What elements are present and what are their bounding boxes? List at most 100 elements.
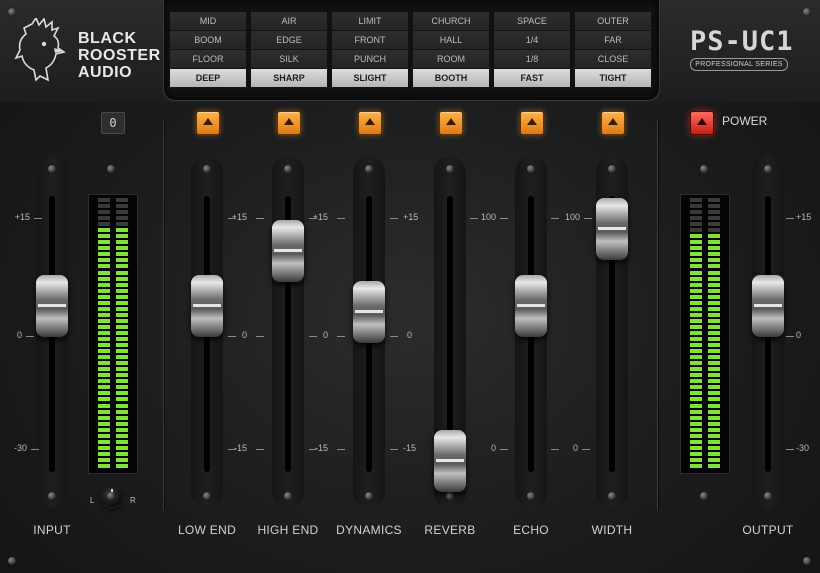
mode-option-reverb[interactable]: HALL bbox=[413, 31, 489, 50]
meter-segment bbox=[690, 240, 702, 245]
meter-segment bbox=[690, 445, 702, 450]
width-fader-knob[interactable] bbox=[596, 198, 628, 261]
dynamics-mode-button[interactable] bbox=[358, 111, 382, 135]
scale-tick bbox=[786, 218, 794, 219]
meter-segment bbox=[708, 288, 720, 293]
zero-reset-button[interactable]: 0 bbox=[101, 112, 125, 134]
scale-tick bbox=[390, 218, 398, 219]
mode-option-reverb[interactable]: ROOM bbox=[413, 50, 489, 69]
meter-segment bbox=[708, 216, 720, 221]
mode-option-dynamics[interactable]: SLIGHT bbox=[332, 69, 408, 88]
meter-segment bbox=[116, 445, 128, 450]
echo-fader-knob[interactable] bbox=[515, 275, 547, 338]
mode-option-echo[interactable]: FAST bbox=[494, 69, 570, 88]
screw-icon bbox=[608, 165, 616, 173]
screw-icon bbox=[203, 492, 211, 500]
scale-tick bbox=[228, 336, 236, 337]
reverb-fader-knob[interactable] bbox=[434, 429, 466, 492]
mode-option-width[interactable]: TIGHT bbox=[575, 69, 651, 88]
mode-option-low-end[interactable]: DEEP bbox=[170, 69, 246, 88]
mode-option-high-end[interactable]: EDGE bbox=[251, 31, 327, 50]
screw-icon bbox=[365, 492, 373, 500]
meter-segment bbox=[98, 439, 110, 444]
meter-segment bbox=[690, 324, 702, 329]
scale-label: -30 bbox=[796, 443, 810, 453]
mode-option-dynamics[interactable]: LIMIT bbox=[332, 12, 408, 31]
power-button[interactable] bbox=[690, 111, 714, 135]
mode-option-low-end[interactable]: MID bbox=[170, 12, 246, 31]
mode-option-reverb[interactable]: BOOTH bbox=[413, 69, 489, 88]
screw-icon bbox=[764, 492, 772, 500]
reverb-mode-button[interactable] bbox=[439, 111, 463, 135]
input-fader-knob[interactable] bbox=[36, 275, 68, 338]
mode-option-width[interactable]: CLOSE bbox=[575, 50, 651, 69]
scale-label: 0 bbox=[490, 443, 496, 453]
meter-segment bbox=[708, 403, 720, 408]
output-fader-knob[interactable] bbox=[752, 275, 784, 338]
meter-segment bbox=[98, 234, 110, 239]
echo-mode-button[interactable] bbox=[520, 111, 544, 135]
meter-segment bbox=[690, 288, 702, 293]
scale-tick bbox=[31, 449, 39, 450]
width-mode-button[interactable] bbox=[601, 111, 625, 135]
high-end-fader-knob[interactable] bbox=[272, 220, 304, 283]
meter-segment bbox=[116, 379, 128, 384]
meter-segment bbox=[690, 318, 702, 323]
scale-tick bbox=[309, 218, 317, 219]
meter-segment bbox=[98, 264, 110, 269]
mode-option-dynamics[interactable]: FRONT bbox=[332, 31, 408, 50]
screw-icon bbox=[48, 165, 56, 173]
meter-segment bbox=[690, 276, 702, 281]
meter-segment bbox=[98, 463, 110, 468]
meter-segment bbox=[98, 343, 110, 348]
mode-option-echo[interactable]: 1/4 bbox=[494, 31, 570, 50]
meter-segment bbox=[690, 451, 702, 456]
high-end-mode-button[interactable] bbox=[277, 111, 301, 135]
meter-segment bbox=[690, 198, 702, 202]
arrow-up-icon bbox=[203, 118, 213, 125]
mode-option-echo[interactable]: SPACE bbox=[494, 12, 570, 31]
screw-icon bbox=[8, 8, 16, 16]
meter-segment bbox=[690, 409, 702, 414]
mode-option-reverb[interactable]: CHURCH bbox=[413, 12, 489, 31]
meter-segment bbox=[690, 373, 702, 378]
meter-segment bbox=[98, 415, 110, 420]
meter-segment bbox=[708, 210, 720, 215]
brand-line-2: ROOSTER bbox=[78, 47, 161, 64]
meter-segment bbox=[708, 264, 720, 269]
scale-tick bbox=[786, 449, 794, 450]
mode-option-echo[interactable]: 1/8 bbox=[494, 50, 570, 69]
meter-segment bbox=[690, 330, 702, 335]
meter-segment bbox=[98, 198, 110, 202]
mode-option-high-end[interactable]: SHARP bbox=[251, 69, 327, 88]
meter-segment bbox=[690, 433, 702, 438]
meter-segment bbox=[690, 306, 702, 311]
low-end-mode-button[interactable] bbox=[196, 111, 220, 135]
scale-tick bbox=[584, 218, 592, 219]
meter-segment bbox=[98, 210, 110, 215]
meter-segment bbox=[98, 270, 110, 275]
dynamics-fader-knob[interactable] bbox=[353, 280, 385, 343]
mode-option-low-end[interactable]: FLOOR bbox=[170, 50, 246, 69]
mode-column-echo: SPACE 1/4 1/8 FAST bbox=[494, 12, 570, 88]
low-end-fader-knob[interactable] bbox=[191, 275, 223, 338]
meter-segment bbox=[98, 288, 110, 293]
meter-segment bbox=[116, 397, 128, 402]
screw-icon bbox=[803, 8, 811, 16]
scale-tick bbox=[34, 218, 42, 219]
meter-segment bbox=[98, 240, 110, 245]
mode-option-high-end[interactable]: SILK bbox=[251, 50, 327, 69]
meter-segment bbox=[708, 451, 720, 456]
scale-tick bbox=[256, 449, 264, 450]
meter-segment bbox=[116, 324, 128, 329]
mode-option-dynamics[interactable]: PUNCH bbox=[332, 50, 408, 69]
mode-option-width[interactable]: FAR bbox=[575, 31, 651, 50]
mode-option-width[interactable]: OUTER bbox=[575, 12, 651, 31]
meter-segment bbox=[98, 324, 110, 329]
screw-icon bbox=[700, 165, 708, 173]
mode-column-dynamics: LIMIT FRONT PUNCH SLIGHT bbox=[332, 12, 408, 88]
screw-icon bbox=[527, 492, 535, 500]
screw-icon bbox=[107, 165, 115, 173]
mode-option-low-end[interactable]: BOOM bbox=[170, 31, 246, 50]
mode-option-high-end[interactable]: AIR bbox=[251, 12, 327, 31]
